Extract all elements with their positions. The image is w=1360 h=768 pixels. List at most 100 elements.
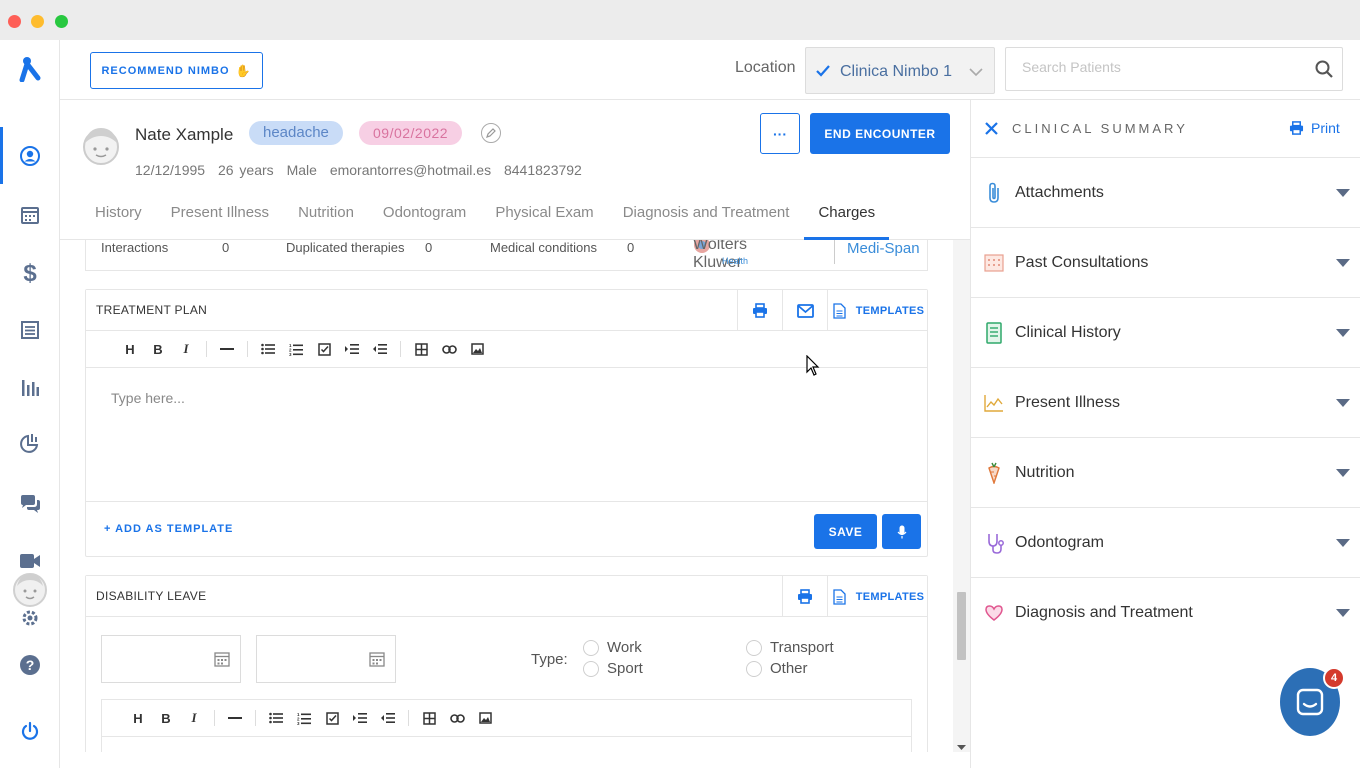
settings-icon[interactable] (18, 606, 42, 630)
bullet-list-button[interactable] (254, 339, 282, 359)
scroll-thumb[interactable] (957, 592, 966, 660)
outdent-button[interactable] (374, 708, 402, 728)
image-button[interactable] (471, 708, 499, 728)
save-button[interactable]: SAVE (814, 514, 877, 549)
billing-icon[interactable]: $ (18, 260, 42, 287)
horizontal-rule-button[interactable] (221, 708, 249, 728)
bullet-list-button[interactable] (262, 708, 290, 728)
minimize-window-button[interactable] (31, 15, 44, 28)
search-box (1005, 47, 1343, 91)
section-nutrition[interactable]: Nutrition (971, 438, 1360, 508)
indent-icon (353, 713, 367, 723)
logout-icon[interactable] (18, 719, 42, 743)
start-date-input[interactable] (101, 635, 241, 683)
image-button[interactable] (463, 339, 491, 359)
editor-placeholder: Type here... (111, 390, 185, 406)
numbered-list-button[interactable]: 123 (290, 708, 318, 728)
bold-button[interactable]: B (144, 339, 172, 359)
treatment-plan-card: TREATMENT PLAN TEMPLATES H B I 123 Type … (85, 289, 928, 557)
end-encounter-button[interactable]: END ENCOUNTER (810, 113, 950, 154)
radio-circle (746, 639, 762, 656)
scroll-down-icon[interactable] (957, 745, 966, 751)
location-select[interactable]: Clinica Nimbo 1 (805, 47, 995, 94)
add-as-template-button[interactable]: + ADD AS TEMPLATE (104, 523, 233, 535)
section-odontogram[interactable]: Odontogram (971, 508, 1360, 578)
outdent-button[interactable] (366, 339, 394, 359)
italic-button[interactable]: I (172, 339, 200, 359)
checklist-button[interactable] (310, 339, 338, 359)
svg-text:?: ? (26, 657, 35, 673)
recommend-label: RECOMMEND NIMBO (101, 64, 230, 77)
indent-button[interactable] (338, 339, 366, 359)
radio-other[interactable]: Other (746, 660, 808, 677)
treatment-editor[interactable]: Type here... (86, 368, 927, 502)
search-icon[interactable] (1315, 60, 1333, 78)
tab-diagnosis-treatment[interactable]: Diagnosis and Treatment (623, 204, 790, 240)
section-past-consultations[interactable]: Past Consultations (971, 228, 1360, 298)
disability-templates-button[interactable]: TEMPLATES (827, 576, 929, 617)
tab-charges[interactable]: Charges (804, 204, 890, 240)
calendar-icon[interactable] (18, 203, 42, 227)
section-diagnosis-treatment[interactable]: Diagnosis and Treatment (971, 578, 1360, 648)
indent-button[interactable] (346, 708, 374, 728)
toolbar-divider (206, 341, 207, 357)
print-treatment-button[interactable] (737, 290, 782, 331)
chat-icon[interactable] (18, 492, 42, 516)
heading-button[interactable]: H (124, 708, 152, 728)
tab-history[interactable]: History (95, 204, 142, 240)
location-label: Location (735, 59, 796, 76)
dictation-button[interactable] (882, 514, 921, 549)
radio-work[interactable]: Work (583, 639, 642, 656)
print-summary-button[interactable]: Print (1289, 120, 1340, 136)
print-disability-button[interactable] (782, 576, 827, 617)
section-clinical-history[interactable]: Clinical History (971, 298, 1360, 368)
tab-odontogram[interactable]: Odontogram (383, 204, 466, 240)
clinical-history-icon (983, 321, 1005, 345)
edit-icon[interactable] (481, 123, 501, 143)
mail-icon (796, 303, 814, 318)
clinical-summary-title: CLINICAL SUMMARY (1012, 121, 1188, 136)
checklist-icon (325, 711, 339, 725)
printer-icon (798, 589, 812, 604)
user-avatar[interactable] (12, 570, 48, 610)
tab-physical-exam[interactable]: Physical Exam (495, 204, 593, 240)
horizontal-rule-button[interactable] (213, 339, 241, 359)
window-titlebar (0, 0, 1360, 40)
disability-leave-header: DISABILITY LEAVE TEMPLATES (86, 576, 927, 617)
table-button[interactable] (407, 339, 435, 359)
search-input[interactable] (1022, 59, 1302, 75)
section-label: Past Consultations (1015, 254, 1149, 271)
checklist-button[interactable] (318, 708, 346, 728)
maximize-window-button[interactable] (55, 15, 68, 28)
printer-icon (1289, 121, 1304, 135)
numbered-list-button[interactable]: 123 (282, 339, 310, 359)
treatment-templates-button[interactable]: TEMPLATES (827, 290, 929, 331)
end-date-input[interactable] (256, 635, 396, 683)
tab-nutrition[interactable]: Nutrition (298, 204, 354, 240)
analytics-icon[interactable] (18, 431, 42, 455)
app-logo-icon[interactable] (18, 57, 42, 82)
more-options-button[interactable]: ··· (760, 113, 800, 154)
radio-sport[interactable]: Sport (583, 660, 643, 677)
section-present-illness[interactable]: Present Illness (971, 368, 1360, 438)
close-icon[interactable] (985, 122, 998, 135)
italic-button[interactable]: I (180, 708, 208, 728)
section-attachments[interactable]: Attachments (971, 158, 1360, 228)
help-icon[interactable]: ? (18, 653, 42, 677)
patient-icon[interactable] (18, 144, 42, 168)
duplicated-value: 0 (425, 240, 433, 255)
recommend-nimbo-button[interactable]: RECOMMEND NIMBO ✋ (90, 52, 263, 89)
heading-button[interactable]: H (116, 339, 144, 359)
bullet-list-icon (261, 343, 275, 355)
list-icon[interactable] (18, 318, 42, 342)
content-scrollbar[interactable] (953, 240, 970, 752)
close-window-button[interactable] (8, 15, 21, 28)
email-treatment-button[interactable] (782, 290, 827, 331)
reports-icon[interactable] (18, 376, 42, 400)
bold-button[interactable]: B (152, 708, 180, 728)
link-button[interactable] (435, 339, 463, 359)
table-button[interactable] (415, 708, 443, 728)
tab-present-illness[interactable]: Present Illness (171, 204, 269, 240)
link-button[interactable] (443, 708, 471, 728)
radio-transport[interactable]: Transport (746, 639, 834, 656)
